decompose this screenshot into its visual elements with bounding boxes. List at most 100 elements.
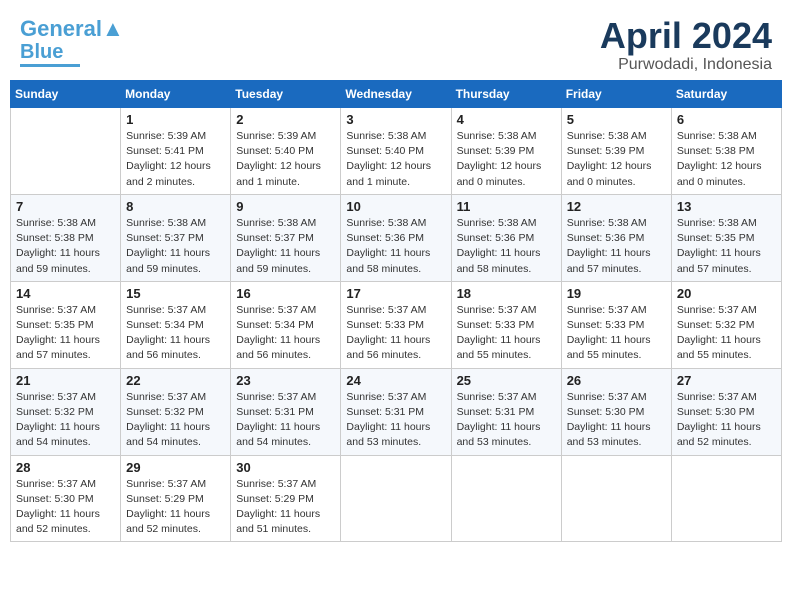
col-header-saturday: Saturday (671, 81, 781, 108)
calendar-cell (561, 455, 671, 542)
day-number: 27 (677, 373, 776, 388)
calendar-cell: 14Sunrise: 5:37 AMSunset: 5:35 PMDayligh… (11, 281, 121, 368)
calendar-cell: 3 Sunrise: 5:38 AMSunset: 5:40 PMDaylight… (341, 108, 451, 195)
day-number: 29 (126, 460, 225, 475)
day-number: 16 (236, 286, 335, 301)
day-number: 10 (346, 199, 445, 214)
day-info: Sunrise: 5:37 AMSunset: 5:34 PMDaylight:… (126, 303, 225, 364)
day-number: 23 (236, 373, 335, 388)
calendar-cell: 17 Sunrise: 5:37 AMSunset: 5:33 PMDayligh… (341, 281, 451, 368)
col-header-thursday: Thursday (451, 81, 561, 108)
calendar-cell: 24 Sunrise: 5:37 AMSunset: 5:31 PMDayligh… (341, 368, 451, 455)
calendar-week-row: 7 Sunrise: 5:38 AMSunset: 5:38 PMDaylight… (11, 194, 782, 281)
logo-general: General (20, 16, 102, 41)
calendar-cell: 20 Sunrise: 5:37 AMSunset: 5:32 PMDayligh… (671, 281, 781, 368)
calendar-cell: 8 Sunrise: 5:38 AMSunset: 5:37 PMDaylight… (121, 194, 231, 281)
col-header-monday: Monday (121, 81, 231, 108)
day-number: 2 (236, 112, 335, 127)
day-number: 18 (457, 286, 556, 301)
calendar-cell (11, 108, 121, 195)
calendar-cell: 28 Sunrise: 5:37 AMSunset: 5:30 PMDayligh… (11, 455, 121, 542)
calendar-week-row: 1 Sunrise: 5:39 AMSunset: 5:41 PMDaylight… (11, 108, 782, 195)
day-number: 7 (16, 199, 115, 214)
calendar-cell: 16Sunrise: 5:37 AMSunset: 5:34 PMDayligh… (231, 281, 341, 368)
logo-underline (20, 64, 80, 67)
calendar-cell (671, 455, 781, 542)
header: General▲ Blue April 2024 Purwodadi, Indo… (10, 10, 782, 80)
day-number: 28 (16, 460, 115, 475)
calendar-cell: 22Sunrise: 5:37 AMSunset: 5:32 PMDayligh… (121, 368, 231, 455)
calendar-week-row: 28 Sunrise: 5:37 AMSunset: 5:30 PMDayligh… (11, 455, 782, 542)
day-number: 11 (457, 199, 556, 214)
day-info: Sunrise: 5:38 AMSunset: 5:39 PMDaylight:… (567, 129, 666, 190)
col-header-tuesday: Tuesday (231, 81, 341, 108)
day-number: 4 (457, 112, 556, 127)
day-number: 17 (346, 286, 445, 301)
calendar-cell: 9 Sunrise: 5:38 AMSunset: 5:37 PMDaylight… (231, 194, 341, 281)
logo-blue: ▲ (102, 16, 124, 41)
day-info: Sunrise: 5:38 AMSunset: 5:39 PMDaylight:… (457, 129, 556, 190)
col-header-friday: Friday (561, 81, 671, 108)
logo: General▲ Blue (20, 18, 124, 67)
calendar-cell: 19Sunrise: 5:37 AMSunset: 5:33 PMDayligh… (561, 281, 671, 368)
col-header-sunday: Sunday (11, 81, 121, 108)
day-number: 13 (677, 199, 776, 214)
day-info: Sunrise: 5:37 AMSunset: 5:33 PMDaylight:… (457, 303, 556, 364)
calendar-cell (341, 455, 451, 542)
month-title: April 2024 (600, 18, 772, 54)
day-number: 21 (16, 373, 115, 388)
day-info: Sunrise: 5:37 AMSunset: 5:32 PMDaylight:… (16, 390, 115, 451)
day-info: Sunrise: 5:38 AMSunset: 5:38 PMDaylight:… (677, 129, 776, 190)
day-number: 6 (677, 112, 776, 127)
calendar-header-row: SundayMondayTuesdayWednesdayThursdayFrid… (11, 81, 782, 108)
calendar-cell: 5Sunrise: 5:38 AMSunset: 5:39 PMDaylight… (561, 108, 671, 195)
day-info: Sunrise: 5:37 AMSunset: 5:32 PMDaylight:… (677, 303, 776, 364)
logo-blue-text: Blue (20, 41, 63, 63)
calendar-table: SundayMondayTuesdayWednesdayThursdayFrid… (10, 80, 782, 542)
day-info: Sunrise: 5:37 AMSunset: 5:30 PMDaylight:… (16, 477, 115, 538)
calendar-week-row: 14Sunrise: 5:37 AMSunset: 5:35 PMDayligh… (11, 281, 782, 368)
day-info: Sunrise: 5:38 AMSunset: 5:36 PMDaylight:… (346, 216, 445, 277)
day-info: Sunrise: 5:38 AMSunset: 5:40 PMDaylight:… (346, 129, 445, 190)
day-info: Sunrise: 5:37 AMSunset: 5:31 PMDaylight:… (346, 390, 445, 451)
day-number: 26 (567, 373, 666, 388)
calendar-cell: 1 Sunrise: 5:39 AMSunset: 5:41 PMDaylight… (121, 108, 231, 195)
day-info: Sunrise: 5:37 AMSunset: 5:35 PMDaylight:… (16, 303, 115, 364)
day-number: 3 (346, 112, 445, 127)
calendar-cell: 23 Sunrise: 5:37 AMSunset: 5:31 PMDayligh… (231, 368, 341, 455)
day-number: 9 (236, 199, 335, 214)
calendar-cell (451, 455, 561, 542)
day-info: Sunrise: 5:38 AMSunset: 5:37 PMDaylight:… (126, 216, 225, 277)
day-number: 19 (567, 286, 666, 301)
calendar-cell: 11Sunrise: 5:38 AMSunset: 5:36 PMDayligh… (451, 194, 561, 281)
col-header-wednesday: Wednesday (341, 81, 451, 108)
day-number: 8 (126, 199, 225, 214)
calendar-cell: 12Sunrise: 5:38 AMSunset: 5:36 PMDayligh… (561, 194, 671, 281)
calendar-cell: 2Sunrise: 5:39 AMSunset: 5:40 PMDaylight… (231, 108, 341, 195)
calendar-cell: 4 Sunrise: 5:38 AMSunset: 5:39 PMDaylight… (451, 108, 561, 195)
calendar-cell: 18 Sunrise: 5:37 AMSunset: 5:33 PMDayligh… (451, 281, 561, 368)
calendar-cell: 10 Sunrise: 5:38 AMSunset: 5:36 PMDayligh… (341, 194, 451, 281)
day-number: 20 (677, 286, 776, 301)
day-info: Sunrise: 5:37 AMSunset: 5:29 PMDaylight:… (236, 477, 335, 538)
day-info: Sunrise: 5:37 AMSunset: 5:33 PMDaylight:… (346, 303, 445, 364)
calendar-week-row: 21 Sunrise: 5:37 AMSunset: 5:32 PMDayligh… (11, 368, 782, 455)
calendar-cell: 27Sunrise: 5:37 AMSunset: 5:30 PMDayligh… (671, 368, 781, 455)
day-info: Sunrise: 5:37 AMSunset: 5:29 PMDaylight:… (126, 477, 225, 538)
day-info: Sunrise: 5:37 AMSunset: 5:31 PMDaylight:… (236, 390, 335, 451)
day-number: 24 (346, 373, 445, 388)
day-info: Sunrise: 5:37 AMSunset: 5:31 PMDaylight:… (457, 390, 556, 451)
calendar-cell: 13 Sunrise: 5:38 AMSunset: 5:35 PMDayligh… (671, 194, 781, 281)
calendar-cell: 6 Sunrise: 5:38 AMSunset: 5:38 PMDaylight… (671, 108, 781, 195)
day-info: Sunrise: 5:38 AMSunset: 5:37 PMDaylight:… (236, 216, 335, 277)
day-info: Sunrise: 5:39 AMSunset: 5:41 PMDaylight:… (126, 129, 225, 190)
day-number: 1 (126, 112, 225, 127)
day-info: Sunrise: 5:38 AMSunset: 5:38 PMDaylight:… (16, 216, 115, 277)
day-info: Sunrise: 5:38 AMSunset: 5:36 PMDaylight:… (567, 216, 666, 277)
day-info: Sunrise: 5:38 AMSunset: 5:35 PMDaylight:… (677, 216, 776, 277)
calendar-cell: 7 Sunrise: 5:38 AMSunset: 5:38 PMDaylight… (11, 194, 121, 281)
day-number: 30 (236, 460, 335, 475)
calendar-cell: 21 Sunrise: 5:37 AMSunset: 5:32 PMDayligh… (11, 368, 121, 455)
calendar-cell: 25Sunrise: 5:37 AMSunset: 5:31 PMDayligh… (451, 368, 561, 455)
day-info: Sunrise: 5:37 AMSunset: 5:32 PMDaylight:… (126, 390, 225, 451)
